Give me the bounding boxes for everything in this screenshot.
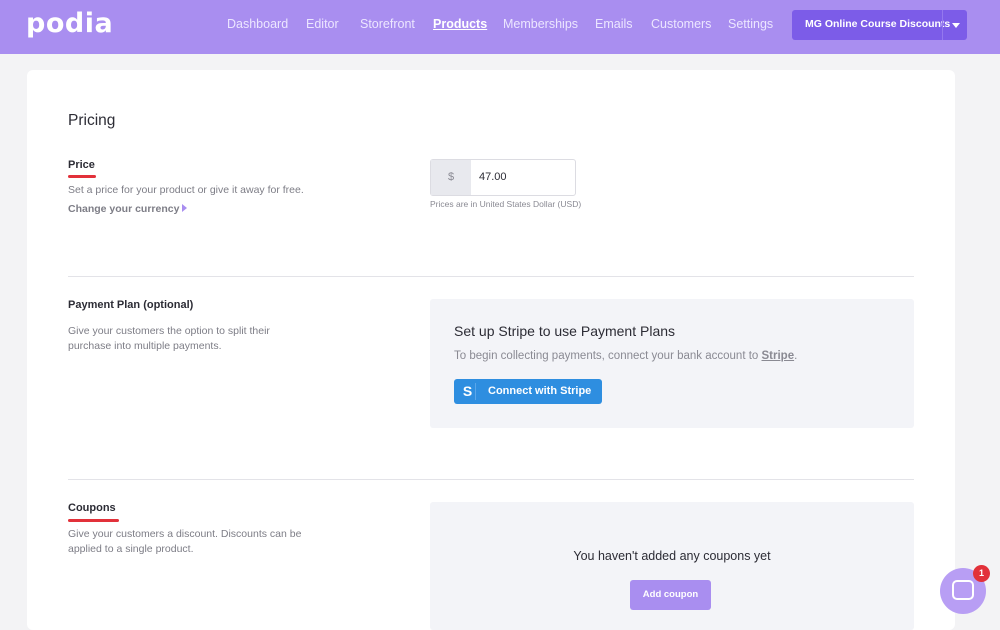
nav-dashboard[interactable]: Dashboard (227, 17, 288, 31)
price-label: Price (68, 159, 95, 171)
payment-plan-description: Give your customers the option to split … (68, 325, 270, 352)
nav-settings[interactable]: Settings (728, 17, 773, 31)
price-description: Set a price for your product or give it … (68, 184, 304, 196)
notification-badge: 1 (973, 565, 990, 582)
stripe-panel-subtitle: To begin collecting payments, connect yo… (454, 350, 797, 362)
stripe-panel-subtitle-period: . (794, 350, 798, 362)
caret-right-icon (182, 204, 188, 212)
coupons-empty-text: You haven't added any coupons yet (573, 549, 771, 563)
price-input-group: $ (430, 159, 576, 196)
section-divider (68, 276, 914, 277)
chat-bubble-icon (952, 580, 974, 600)
store-selector-button[interactable]: MG Online Course Discounts (792, 10, 967, 40)
pricing-card: Pricing Price Set a price for your produ… (27, 70, 955, 630)
store-selector-divider (942, 10, 943, 40)
store-selector-label: MG Online Course Discounts (805, 18, 951, 30)
currency-note: Prices are in United States Dollar (USD) (430, 199, 582, 209)
section-divider (68, 479, 914, 480)
currency-prefix: $ (431, 160, 471, 195)
price-underline (68, 175, 96, 178)
nav-storefront[interactable]: Storefront (360, 17, 415, 31)
connect-with-stripe-button[interactable]: S Connect with Stripe (454, 379, 602, 404)
payment-plan-label: Payment Plan (optional) (68, 299, 194, 311)
stripe-panel-title: Set up Stripe to use Payment Plans (454, 323, 676, 339)
change-currency-link[interactable]: Change your currency (68, 203, 188, 215)
nav-emails[interactable]: Emails (595, 17, 633, 31)
add-coupon-button[interactable]: Add coupon (630, 580, 711, 610)
coupons-description: Give your customers a discount. Discount… (68, 528, 302, 555)
price-input[interactable] (479, 168, 569, 186)
chat-launcher-button[interactable]: 1 (940, 565, 990, 614)
nav-memberships[interactable]: Memberships (503, 17, 578, 31)
coupons-label: Coupons (68, 502, 116, 514)
pricing-heading: Pricing (68, 112, 116, 129)
stripe-link[interactable]: Stripe (762, 350, 795, 362)
coupons-underline (68, 519, 119, 522)
nav-products[interactable]: Products (433, 17, 487, 31)
stripe-panel-subtitle-text: To begin collecting payments, connect yo… (454, 350, 762, 362)
change-currency-label: Change your currency (68, 203, 180, 215)
nav-editor[interactable]: Editor (306, 17, 339, 31)
connect-with-stripe-label: Connect with Stripe (488, 385, 592, 397)
coupons-panel: You haven't added any coupons yet Add co… (430, 502, 914, 630)
nav-customers[interactable]: Customers (651, 17, 711, 31)
top-navigation-bar: podia Dashboard Editor Storefront Produc… (0, 0, 1000, 54)
stripe-logo-icon: S (460, 383, 476, 400)
chevron-down-icon[interactable] (952, 23, 960, 28)
stripe-setup-panel: Set up Stripe to use Payment Plans To be… (430, 299, 914, 428)
